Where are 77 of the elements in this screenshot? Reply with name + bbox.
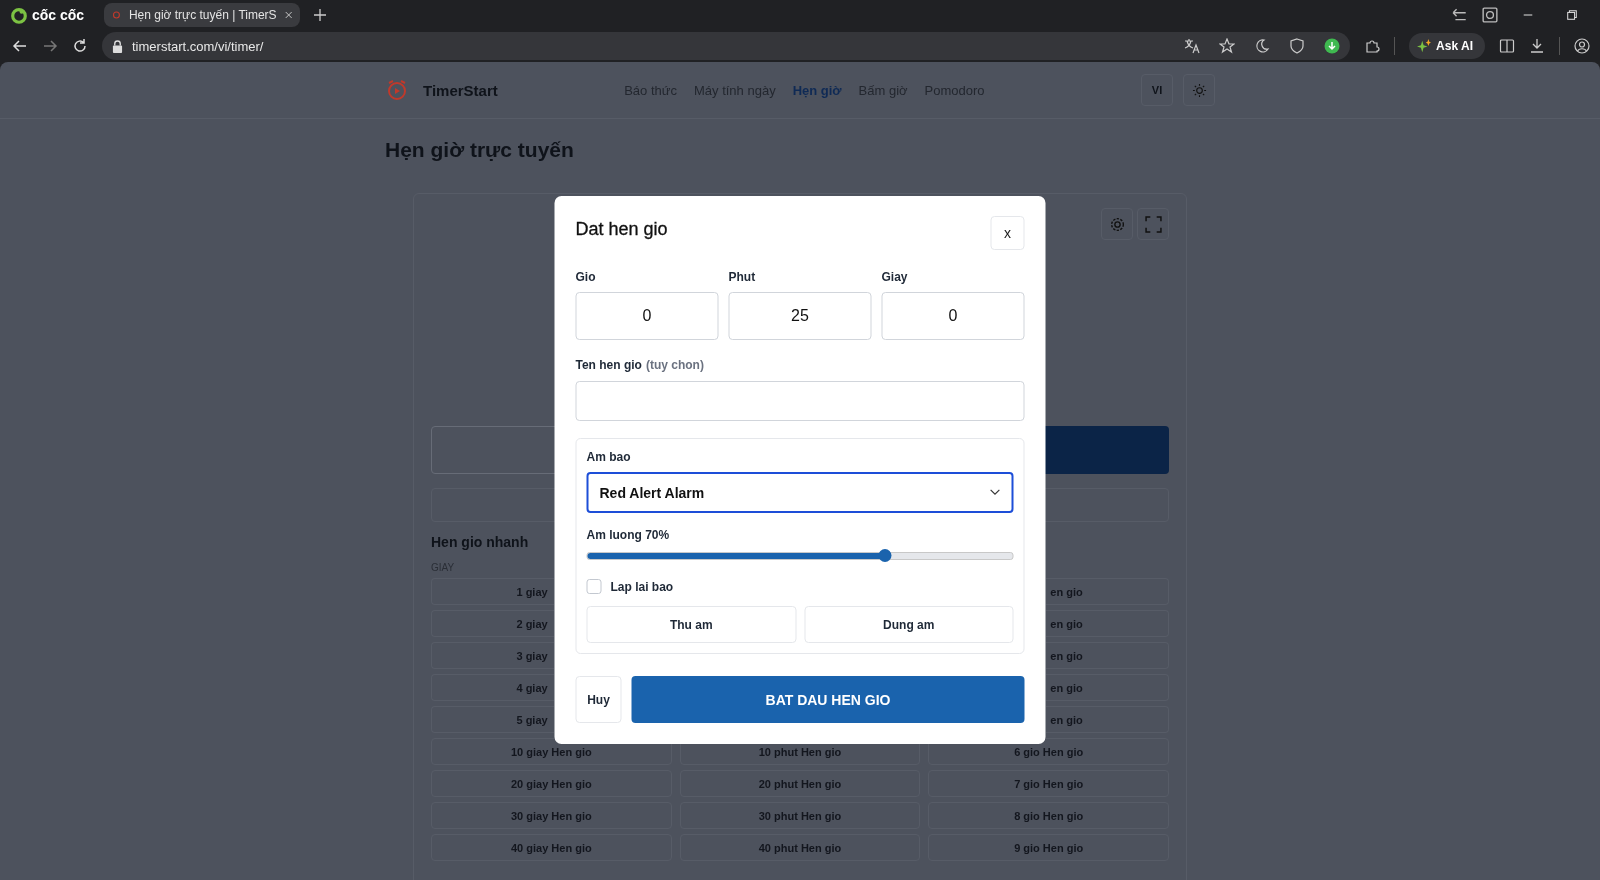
dialog-title: Dat hen gio — [575, 219, 668, 240]
extensions-icon[interactable] — [1364, 38, 1381, 54]
time-input[interactable]: 0 — [881, 292, 1025, 340]
sound-button[interactable]: Thu am — [586, 606, 796, 643]
quick-timer-button[interactable]: 30 giay Hen gio — [431, 802, 672, 829]
time-input[interactable]: 25 — [728, 292, 872, 340]
new-tab-icon[interactable] — [314, 9, 326, 21]
settings-icon — [1108, 215, 1126, 233]
name-input[interactable] — [575, 381, 1025, 421]
close-button[interactable]: x — [990, 216, 1025, 250]
field-label: Giay — [881, 270, 909, 284]
browser-tab[interactable]: Hẹn giờ trực tuyến | TimerS — [104, 3, 300, 27]
quick-timer-button[interactable]: 1 giay — [431, 578, 554, 605]
site-favicon-icon — [112, 9, 121, 21]
download-icon[interactable] — [1529, 38, 1545, 54]
settings-button[interactable] — [1101, 208, 1133, 240]
volume-label: Am luong 70% — [586, 528, 671, 542]
profile-icon[interactable] — [1574, 38, 1590, 54]
time-input[interactable]: 0 — [575, 292, 719, 340]
sound-select[interactable]: Red Alert Alarm — [586, 472, 1014, 513]
field-label: Phut — [728, 270, 757, 284]
back-icon[interactable] — [12, 38, 28, 54]
theme-button[interactable] — [1183, 74, 1215, 106]
browser-logo-icon — [10, 6, 28, 24]
close-icon[interactable] — [284, 10, 292, 20]
quick-timer-button[interactable]: 5 giay — [431, 706, 554, 733]
moon-icon[interactable] — [1254, 38, 1271, 54]
slider-thumb[interactable] — [878, 549, 891, 562]
quick-timer-button[interactable]: en gio — [1046, 610, 1169, 637]
download-badge-icon[interactable] — [1324, 38, 1341, 54]
quick-timer-button[interactable]: 30 phut Hen gio — [679, 802, 921, 829]
star-icon[interactable] — [1219, 38, 1236, 54]
quick-timer-button[interactable]: 3 giay — [431, 642, 554, 669]
restore-icon[interactable] — [1566, 7, 1578, 23]
quick-timer-button[interactable]: 20 phut Hen gio — [679, 770, 921, 797]
quick-timer-button[interactable]: 20 giay Hen gio — [431, 770, 672, 797]
site-logo-icon — [385, 78, 409, 102]
quick-timer-button[interactable]: 9 gio Hen gio — [928, 834, 1169, 861]
quick-timer-button[interactable]: 40 giay Hen gio — [431, 834, 672, 861]
field-label: Gio — [575, 270, 597, 284]
forward-icon[interactable] — [42, 38, 58, 54]
quick-timer-button[interactable]: en gio — [1046, 642, 1169, 669]
shield-icon[interactable] — [1289, 38, 1306, 54]
quick-timer-button[interactable]: en gio — [1046, 578, 1169, 605]
language-button[interactable]: VI — [1141, 74, 1173, 106]
quick-timer-button[interactable]: 8 gio Hen gio — [928, 802, 1169, 829]
sparkle-icon — [1417, 39, 1432, 53]
reload-icon[interactable] — [72, 38, 88, 54]
start-button[interactable]: BAT DAU HEN GIO — [631, 676, 1025, 723]
sound-button[interactable]: Dung am — [804, 606, 1014, 643]
ask-ai-button[interactable]: Ask AI — [1409, 33, 1485, 59]
volume-slider[interactable] — [586, 552, 1014, 560]
section-title: Hen gio nhanh — [431, 534, 529, 550]
sun-icon — [1191, 82, 1207, 98]
field-label: Ten hen gio — [575, 358, 642, 372]
page-title: Hẹn giờ trực tuyến — [385, 137, 575, 163]
address-field[interactable]: timerstart.com/vi/timer/ — [102, 32, 1351, 60]
back-list-icon[interactable] — [1452, 7, 1468, 23]
quick-timer-button[interactable]: 2 giay — [431, 610, 554, 637]
field-label: Am bao — [586, 450, 632, 464]
site-name[interactable]: TimerStart — [423, 81, 498, 99]
quick-timer-button[interactable]: en gio — [1046, 674, 1169, 701]
checkbox-label: Lap lai bao — [610, 579, 674, 594]
quick-timer-button[interactable]: en gio — [1046, 706, 1169, 733]
chevron-down-icon — [989, 489, 1001, 496]
fullscreen-icon — [1144, 215, 1162, 233]
nav-link[interactable]: Hẹn giờ — [792, 82, 842, 98]
fullscreen-button[interactable] — [1137, 208, 1169, 240]
quick-timer-button[interactable]: 4 giay — [431, 674, 554, 701]
cancel-button[interactable]: Huy — [575, 676, 622, 723]
quick-timer-button[interactable]: 7 gio Hen gio — [928, 770, 1169, 797]
translate-icon[interactable] — [1184, 38, 1201, 54]
lock-icon — [112, 39, 123, 53]
split-view-icon[interactable] — [1499, 38, 1515, 54]
browser-brand: cốc cốc — [32, 7, 85, 23]
quick-timer-button[interactable]: 40 phut Hen gio — [679, 834, 921, 861]
optional-hint: (tuy chon) — [645, 358, 704, 372]
